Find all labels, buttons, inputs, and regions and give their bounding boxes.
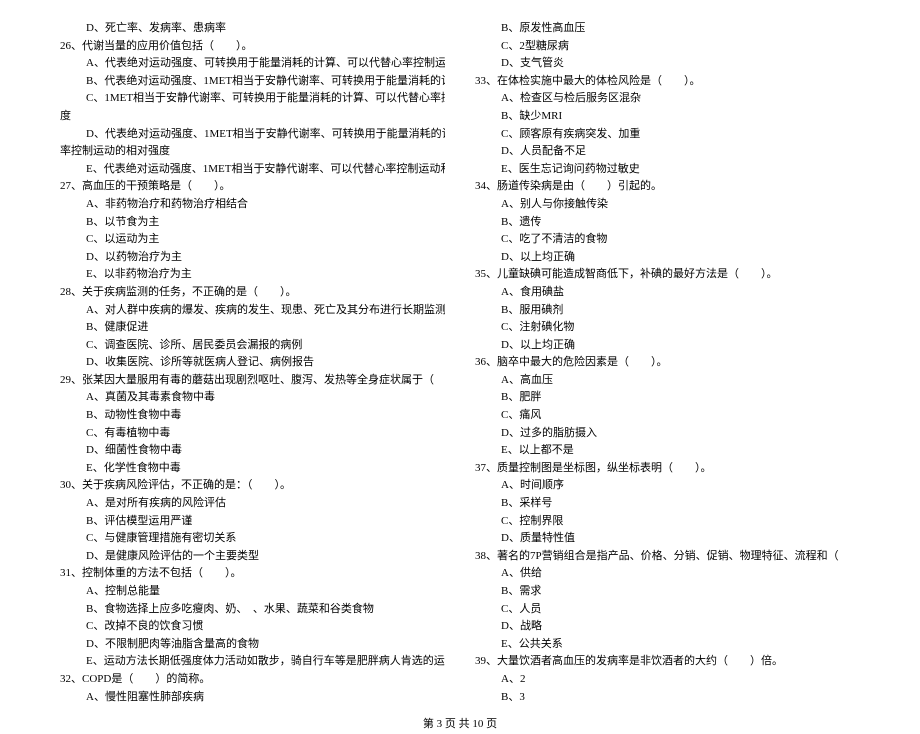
option-line: C、人员 (475, 601, 860, 619)
continuation-line: 度 (60, 108, 445, 126)
question-line: 35、儿童缺碘可能造成智商低下，补碘的最好方法是（ ）。 (475, 266, 860, 284)
option-line: A、对人群中疾病的爆发、疾病的发生、现患、死亡及其分布进行长期监测 (60, 302, 445, 320)
option-line: A、是对所有疾病的风险评估 (60, 495, 445, 513)
option-line: A、2 (475, 671, 860, 689)
option-line: D、不限制肥肉等油脂含量高的食物 (60, 636, 445, 654)
option-line: C、注射碘化物 (475, 319, 860, 337)
option-line: C、以运动为主 (60, 231, 445, 249)
option-line: B、以节食为主 (60, 214, 445, 232)
question-line: 39、大量饮酒者高血压的发病率是非饮酒者的大约（ ）倍。 (475, 653, 860, 671)
question-line: 37、质量控制图是坐标图，纵坐标表明（ ）。 (475, 460, 860, 478)
option-line: C、痛风 (475, 407, 860, 425)
option-line: B、肥胖 (475, 389, 860, 407)
option-line: C、控制界限 (475, 513, 860, 531)
option-line: B、采样号 (475, 495, 860, 513)
continuation-line: 率控制运动的相对强度 (60, 143, 445, 161)
option-line: D、以药物治疗为主 (60, 249, 445, 267)
option-line: A、检查区与检后服务区混杂 (475, 90, 860, 108)
option-line: D、代表绝对运动强度、1MET相当于安静代谢率、可转换用于能量消耗的计算、可以代… (60, 126, 445, 144)
option-line: A、时间顺序 (475, 477, 860, 495)
option-line: B、服用碘剂 (475, 302, 860, 320)
option-line: D、死亡率、发病率、患病率 (60, 20, 445, 38)
option-line: A、代表绝对运动强度、可转换用于能量消耗的计算、可以代替心率控制运动的相对强度 (60, 55, 445, 73)
option-line: D、战略 (475, 618, 860, 636)
option-line: C、与健康管理措施有密切关系 (60, 530, 445, 548)
option-line: C、1MET相当于安静代谢率、可转换用于能量消耗的计算、可以代替心率控制运动的相… (60, 90, 445, 108)
option-line: D、人员配备不足 (475, 143, 860, 161)
question-line: 32、COPD是（ ）的简称。 (60, 671, 445, 689)
option-line: D、收集医院、诊所等就医病人登记、病例报告 (60, 354, 445, 372)
question-line: 27、高血压的干预策略是（ ）。 (60, 178, 445, 196)
option-line: E、以上都不是 (475, 442, 860, 460)
content-columns: D、死亡率、发病率、患病率26、代谢当量的应用价值包括（ ）。A、代表绝对运动强… (60, 20, 860, 706)
option-line: E、医生忘记询问药物过敏史 (475, 161, 860, 179)
option-line: C、有毒植物中毒 (60, 425, 445, 443)
option-line: E、运动方法长期低强度体力活动如散步，骑自行车等是肥胖病人肯选的运动疗法 (60, 653, 445, 671)
left-column: D、死亡率、发病率、患病率26、代谢当量的应用价值包括（ ）。A、代表绝对运动强… (60, 20, 445, 706)
question-line: 29、张某因大量服用有毒的蘑菇出现剧烈呕吐、腹泻、发热等全身症状属于（ ）。 (60, 372, 445, 390)
option-line: B、3 (475, 689, 860, 707)
option-line: B、动物性食物中毒 (60, 407, 445, 425)
right-column: B、原发性高血压C、2型糖尿病D、支气管炎33、在体检实施中最大的体检风险是（ … (475, 20, 860, 706)
question-line: 38、著名的7P营销组合是指产品、价格、分销、促销、物理特征、流程和（ ）。 (475, 548, 860, 566)
option-line: B、健康促进 (60, 319, 445, 337)
option-line: C、改掉不良的饮食习惯 (60, 618, 445, 636)
page-footer: 第 3 页 共 10 页 (60, 706, 860, 734)
option-line: C、调查医院、诊所、居民委员会漏报的病例 (60, 337, 445, 355)
option-line: E、代表绝对运动强度、1MET相当于安静代谢率、可以代替心率控制运动和药物相对强… (60, 161, 445, 179)
option-line: D、以上均正确 (475, 249, 860, 267)
option-line: C、吃了不清洁的食物 (475, 231, 860, 249)
option-line: A、供给 (475, 565, 860, 583)
question-line: 30、关于疾病风险评估，不正确的是：（ ）。 (60, 477, 445, 495)
option-line: B、原发性高血压 (475, 20, 860, 38)
option-line: B、需求 (475, 583, 860, 601)
option-line: A、真菌及其毒素食物中毒 (60, 389, 445, 407)
question-line: 31、控制体重的方法不包括（ ）。 (60, 565, 445, 583)
option-line: E、公共关系 (475, 636, 860, 654)
option-line: A、别人与你接触传染 (475, 196, 860, 214)
option-line: D、质量特性值 (475, 530, 860, 548)
option-line: D、是健康风险评估的一个主要类型 (60, 548, 445, 566)
question-line: 26、代谢当量的应用价值包括（ ）。 (60, 38, 445, 56)
option-line: B、缺少MRI (475, 108, 860, 126)
option-line: A、食用碘盐 (475, 284, 860, 302)
option-line: A、控制总能量 (60, 583, 445, 601)
option-line: C、2型糖尿病 (475, 38, 860, 56)
question-line: 33、在体检实施中最大的体检风险是（ ）。 (475, 73, 860, 91)
option-line: B、评估模型运用严谨 (60, 513, 445, 531)
option-line: B、遗传 (475, 214, 860, 232)
option-line: B、代表绝对运动强度、1MET相当于安静代谢率、可转换用于能量消耗的计算 (60, 73, 445, 91)
option-line: A、慢性阻塞性肺部疾病 (60, 689, 445, 707)
option-line: D、以上均正确 (475, 337, 860, 355)
option-line: E、化学性食物中毒 (60, 460, 445, 478)
option-line: B、食物选择上应多吃瘦肉、奶、 、水果、蔬菜和谷类食物 (60, 601, 445, 619)
option-line: A、高血压 (475, 372, 860, 390)
option-line: D、过多的脂肪摄入 (475, 425, 860, 443)
option-line: E、以非药物治疗为主 (60, 266, 445, 284)
question-line: 36、脑卒中最大的危险因素是（ ）。 (475, 354, 860, 372)
question-line: 34、肠道传染病是由（ ）引起的。 (475, 178, 860, 196)
option-line: C、顾客原有疾病突发、加重 (475, 126, 860, 144)
option-line: D、支气管炎 (475, 55, 860, 73)
question-line: 28、关于疾病监测的任务，不正确的是（ ）。 (60, 284, 445, 302)
option-line: A、非药物治疗和药物治疗相结合 (60, 196, 445, 214)
option-line: D、细菌性食物中毒 (60, 442, 445, 460)
